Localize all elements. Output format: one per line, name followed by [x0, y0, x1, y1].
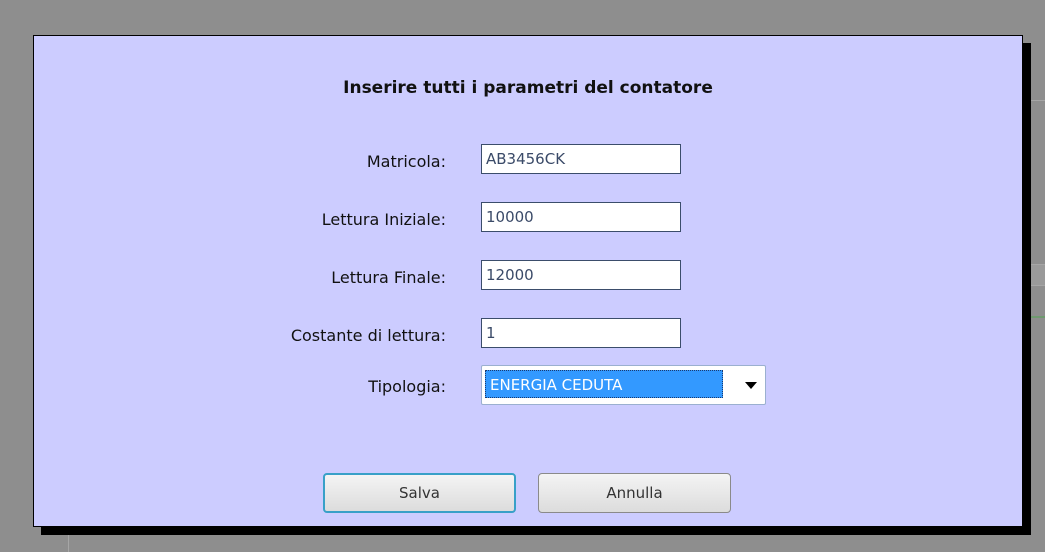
- matricola-label: Matricola:: [366, 152, 446, 171]
- form-row-tipologia: Tipologia: ENERGIA CEDUTA: [34, 365, 1022, 407]
- meter-parameters-dialog: Inserire tutti i parametri del contatore…: [33, 35, 1023, 527]
- save-button[interactable]: Salva: [323, 473, 516, 513]
- tipologia-select[interactable]: ENERGIA CEDUTA: [481, 365, 766, 405]
- form-row-lettura-iniziale: Lettura Iniziale:: [34, 202, 1022, 238]
- costante-lettura-label: Costante di lettura:: [290, 326, 446, 345]
- form-row-lettura-finale: Lettura Finale:: [34, 260, 1022, 296]
- form-row-costante: Costante di lettura:: [34, 318, 1022, 354]
- tipologia-label: Tipologia:: [368, 377, 446, 396]
- costante-lettura-input[interactable]: [481, 318, 681, 348]
- lettura-iniziale-label: Lettura Iniziale:: [321, 210, 446, 229]
- lettura-finale-label: Lettura Finale:: [331, 268, 446, 287]
- lettura-iniziale-input[interactable]: [481, 202, 681, 232]
- form-row-matricola: Matricola:: [34, 144, 1022, 180]
- matricola-input[interactable]: [481, 144, 681, 174]
- lettura-finale-input[interactable]: [481, 260, 681, 290]
- chevron-down-icon: [745, 382, 757, 389]
- tipologia-selected-value: ENERGIA CEDUTA: [485, 370, 723, 398]
- cancel-button[interactable]: Annulla: [538, 473, 731, 513]
- dialog-title: Inserire tutti i parametri del contatore: [343, 78, 713, 98]
